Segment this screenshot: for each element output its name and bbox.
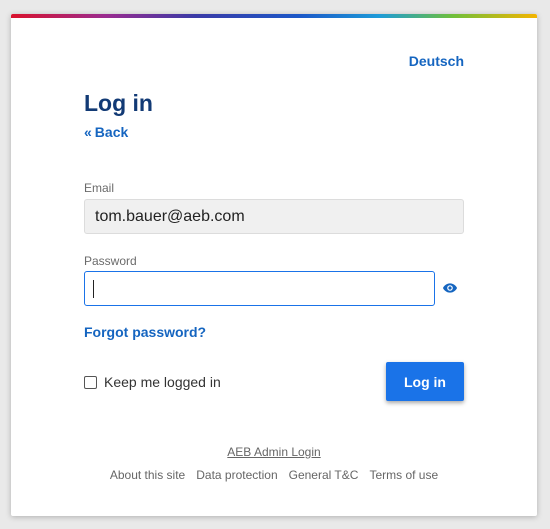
password-label: Password xyxy=(84,254,137,268)
email-field[interactable]: tom.bauer@aeb.com xyxy=(84,199,464,234)
keep-logged-in-label[interactable]: Keep me logged in xyxy=(104,374,221,390)
keep-logged-in: Keep me logged in xyxy=(84,374,221,390)
eye-icon[interactable] xyxy=(441,280,459,296)
back-label: Back xyxy=(94,124,129,140)
footer-link-data-protection[interactable]: Data protection xyxy=(196,468,277,482)
footer-link-about[interactable]: About this site xyxy=(110,468,185,482)
text-caret xyxy=(93,280,94,298)
password-field[interactable] xyxy=(84,271,435,306)
back-link[interactable]: « Back xyxy=(84,124,128,140)
footer-links: About this site Data protection General … xyxy=(11,468,537,482)
admin-login-link[interactable]: AEB Admin Login xyxy=(227,445,320,459)
email-value: tom.bauer@aeb.com xyxy=(95,207,245,225)
keep-logged-in-checkbox[interactable] xyxy=(84,375,97,389)
page-title: Log in xyxy=(84,90,153,116)
email-label: Email xyxy=(84,181,115,195)
footer-link-terms[interactable]: Terms of use xyxy=(369,468,438,482)
login-button[interactable]: Log in xyxy=(386,362,464,401)
forgot-password-link[interactable]: Forgot password? xyxy=(84,324,206,340)
language-switch-link[interactable]: Deutsch xyxy=(409,53,464,69)
login-card: Deutsch Log in « Back Email tom.bauer@ae… xyxy=(11,14,537,516)
double-chevron-left-icon: « xyxy=(84,124,92,140)
footer-link-general-tc[interactable]: General T&C xyxy=(289,468,359,482)
brand-gradient-bar xyxy=(11,14,537,18)
admin-login-row: AEB Admin Login xyxy=(11,445,537,459)
